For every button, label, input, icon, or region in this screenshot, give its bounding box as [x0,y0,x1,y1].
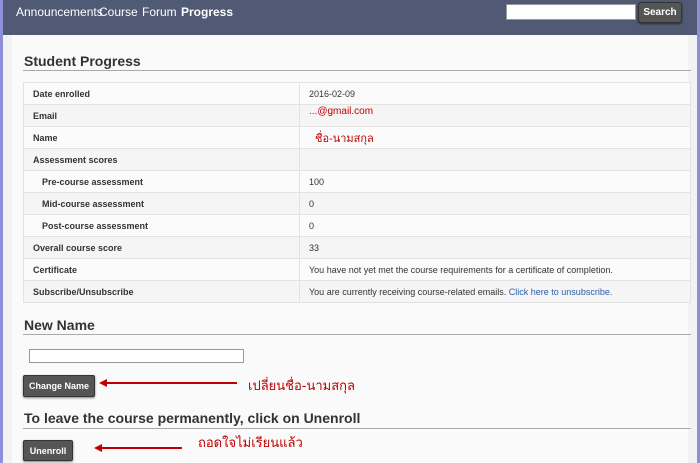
name-value: ชื่อ-นามสกุล [315,132,374,145]
row-value: You have not yet met the course requirem… [299,258,691,281]
row-label: Subscribe/Unsubscribe [23,280,300,303]
unenroll-divider [23,428,691,429]
table-row: Subscribe/Unsubscribe You are currently … [23,280,691,303]
search-button[interactable]: Search [638,2,682,23]
row-label: Date enrolled [23,82,300,105]
row-value: 100 [299,170,691,193]
row-label: Assessment scores [23,148,300,171]
row-value: ชื่อ-นามสกุล [299,126,691,149]
email-value: ...@gmail.com [309,106,374,117]
page-title: Student Progress [24,53,141,69]
row-label: Post-course assessment [23,214,300,237]
row-label: Mid-course assessment [23,192,300,215]
top-nav: Announcements Course Forum Progress Sear… [3,0,697,35]
search-input[interactable] [506,4,636,20]
row-value: 33 [299,236,691,259]
row-label: Pre-course assessment [23,170,300,193]
subscribe-status: You are currently receiving course-relat… [309,286,507,297]
row-label: Certificate [23,258,300,281]
unenroll-title: To leave the course permanently, click o… [24,410,361,426]
table-row: Overall course score 33 [23,236,691,259]
nav-announcements[interactable]: Announcements [16,5,103,19]
nav-progress[interactable]: Progress [181,5,233,19]
row-value: 2016-02-09 [299,82,691,105]
title-divider [23,70,691,71]
unenroll-annotation: ถอดใจไม่เรียนแล้ว [198,436,303,451]
row-label: Overall course score [23,236,300,259]
table-row: Pre-course assessment 100 [23,170,691,193]
new-name-input[interactable] [29,349,244,363]
row-label: Email [23,104,300,127]
unsubscribe-link[interactable]: Click here to unsubscribe. [509,287,613,297]
row-value: ...@gmail.com [299,104,691,127]
table-row: Name ชื่อ-นามสกุล [23,126,691,149]
change-name-button[interactable]: Change Name [23,375,95,397]
table-row: Email ...@gmail.com [23,104,691,127]
progress-table: Date enrolled 2016-02-09 Email ...@gmail… [23,82,691,303]
new-name-title: New Name [24,317,95,333]
table-row: Date enrolled 2016-02-09 [23,82,691,105]
row-value: 0 [299,192,691,215]
row-label: Name [23,126,300,149]
nav-forum[interactable]: Forum [142,5,177,19]
new-name-divider [23,334,691,335]
row-value [299,148,691,171]
table-row: Certificate You have not yet met the cou… [23,258,691,281]
nav-course[interactable]: Course [99,5,138,19]
arrow-left-icon [99,379,237,387]
table-row: Assessment scores [23,148,691,171]
row-value: You are currently receiving course-relat… [299,280,691,303]
arrow-left-icon [94,444,182,452]
unenroll-button[interactable]: Unenroll [23,440,73,461]
row-value: 0 [299,214,691,237]
table-row: Mid-course assessment 0 [23,192,691,215]
table-row: Post-course assessment 0 [23,214,691,237]
change-name-annotation: เปลี่ยนชื่อ-นามสกุล [248,379,356,394]
